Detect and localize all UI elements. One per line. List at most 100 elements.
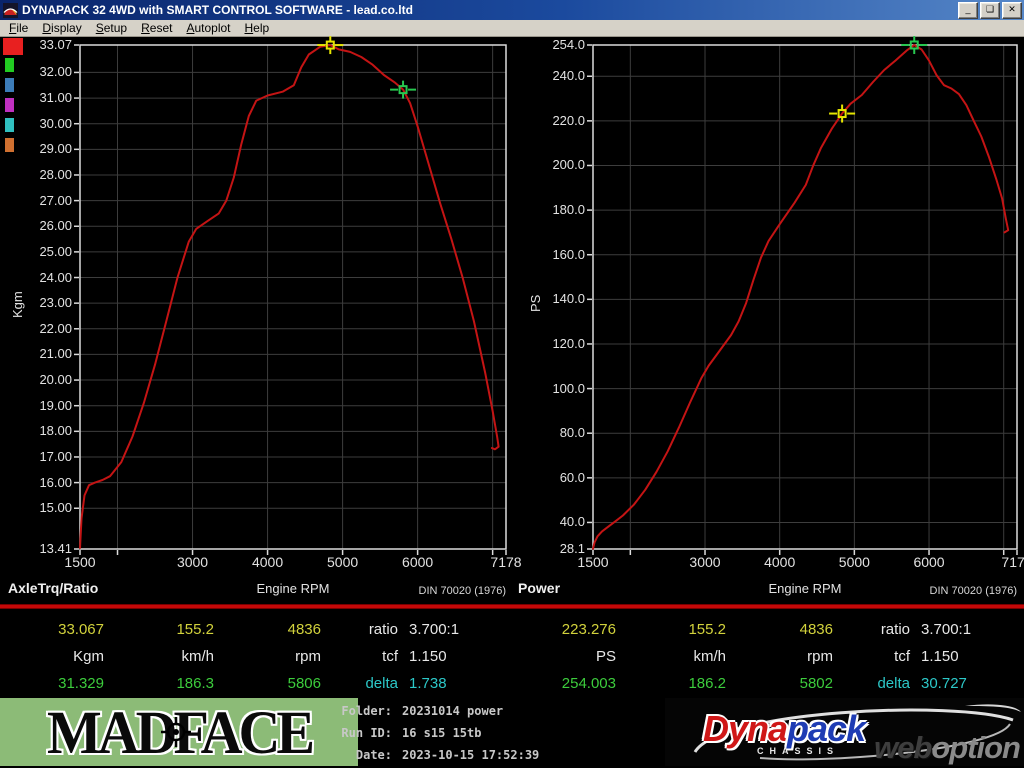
y-tick-label: 15.00 [14,500,72,515]
legend-swatch-5[interactable] [5,138,14,152]
y-tick-label: 200.0 [527,157,585,172]
power-chart-plot[interactable] [593,45,1017,549]
y-tick-label: 27.00 [14,193,72,208]
dynapack-wordmark: Dynapack [703,708,865,750]
close-button[interactable]: ✕ [1002,2,1022,19]
y-tick-label: 33.07 [14,37,72,52]
power-chart-title: Power [518,580,560,596]
ratio-value: 3.700:1 [409,621,459,638]
x-tick-label: 7178 [985,554,1024,570]
y-tick-label: 23.00 [14,295,72,310]
speed-unit: km/h [616,648,726,665]
title-bar: DYNAPACK 32 4WD with SMART CONTROL SOFTW… [0,0,1024,20]
power-end-value: 254.003 [512,675,616,692]
y-tick-label: 26.00 [14,218,72,233]
y-tick-label: 24.00 [14,270,72,285]
ratio-label: ratio [833,621,910,638]
x-tick-label: 1500 [48,554,112,570]
y-tick-label: 60.0 [527,470,585,485]
legend-swatch-4[interactable] [5,118,14,132]
x-tick-label: 5000 [311,554,375,570]
madface-logo: MADFACE [0,698,358,766]
ratio-value: 3.700:1 [921,621,971,638]
legend-swatch-3[interactable] [5,98,14,112]
y-tick-label: 16.00 [14,475,72,490]
delta-value: 1.738 [409,675,447,692]
y-tick-label: 19.00 [14,398,72,413]
power-end-speed: 186.2 [616,675,726,692]
y-tick-label: 100.0 [527,381,585,396]
y-tick-label: 180.0 [527,202,585,217]
torque-end-rpm: 5806 [214,675,321,692]
weboption-watermark: weboption [874,730,1020,766]
y-tick-label: 120.0 [527,336,585,351]
x-tick-label: 3000 [673,554,737,570]
menu-setup[interactable]: Setup [89,20,134,36]
y-tick-label: 254.0 [527,37,585,52]
run-id-label: Run ID: [330,726,392,740]
torque-readout-panel: 33.067 155.2 4836 ratio 3.700:1 Kgm km/h… [0,612,512,697]
dynapack-word-dyna: Dyna [703,708,787,749]
power-unit: PS [512,648,616,665]
y-tick-label: 220.0 [527,113,585,128]
rpm-unit: rpm [214,648,321,665]
y-tick-label: 30.00 [14,116,72,131]
crosshair-icon [160,716,192,748]
menu-file[interactable]: File [2,20,35,36]
y-tick-label: 29.00 [14,141,72,156]
torque-end-value: 31.329 [0,675,104,692]
ratio-label: ratio [321,621,398,638]
x-tick-label: 4000 [748,554,812,570]
divider-line [0,604,1024,609]
y-tick-label: 20.00 [14,372,72,387]
tcf-label: tcf [321,648,398,665]
delta-value: 30.727 [921,675,967,692]
x-tick-label: 1500 [561,554,625,570]
y-tick-label: 21.00 [14,346,72,361]
restore-button[interactable]: ❏ [980,2,1000,19]
y-tick-label: 160.0 [527,247,585,262]
dynapack-tagline: CHASSIS [757,746,839,756]
x-tick-label: 6000 [897,554,961,570]
y-tick-label: 22.00 [14,321,72,336]
menu-help[interactable]: Help [238,20,277,36]
folder-label: Folder: [330,704,392,718]
power-readout-panel: 223.276 155.2 4836 ratio 3.700:1 PS km/h… [512,612,1024,697]
minimize-button[interactable]: _ [958,2,978,19]
run-curve [80,45,499,548]
folder-value: 20231014 power [402,704,503,718]
y-tick-label: 31.00 [14,90,72,105]
speed-unit: km/h [104,648,214,665]
delta-label: delta [321,675,398,692]
dynapack-logo: Dynapack CHASSIS weboption [665,698,1024,766]
power-peak-value: 223.276 [512,621,616,638]
legend-swatch-1[interactable] [5,58,14,72]
dynapack-word-pack: pack [787,708,865,749]
run-info-panel: Folder: 20231014 power Run ID: 16 s15 15… [330,700,570,766]
app-logo-icon [3,3,18,18]
x-tick-label: 6000 [386,554,450,570]
torque-din-standard: DIN 70020 (1976) [336,585,506,597]
x-tick-label: 3000 [161,554,225,570]
power-din-standard: DIN 70020 (1976) [847,585,1017,597]
menu-display[interactable]: Display [35,20,88,36]
date-label: Date: [330,748,392,762]
x-tick-label: 5000 [822,554,886,570]
run-id-value: 16 s15 15tb [402,726,481,740]
tcf-value: 1.150 [409,648,447,665]
menu-autoplot[interactable]: Autoplot [179,20,237,36]
torque-chart-plot[interactable] [80,45,506,549]
dynapack-app-window: DYNAPACK 32 4WD with SMART CONTROL SOFTW… [0,0,1024,768]
y-tick-label: 18.00 [14,423,72,438]
y-tick-label: 40.0 [527,514,585,529]
legend-swatch-2[interactable] [5,78,14,92]
date-value: 2023-10-15 17:52:39 [402,748,539,762]
tcf-value: 1.150 [921,648,959,665]
y-tick-label: 32.00 [14,64,72,79]
power-peak-rpm: 4836 [726,621,833,638]
y-tick-label: 25.00 [14,244,72,259]
power-end-rpm: 5802 [726,675,833,692]
menu-bar: File Display Setup Reset Autoplot Help [0,20,1024,37]
torque-peak-speed: 155.2 [104,621,214,638]
menu-reset[interactable]: Reset [134,20,179,36]
